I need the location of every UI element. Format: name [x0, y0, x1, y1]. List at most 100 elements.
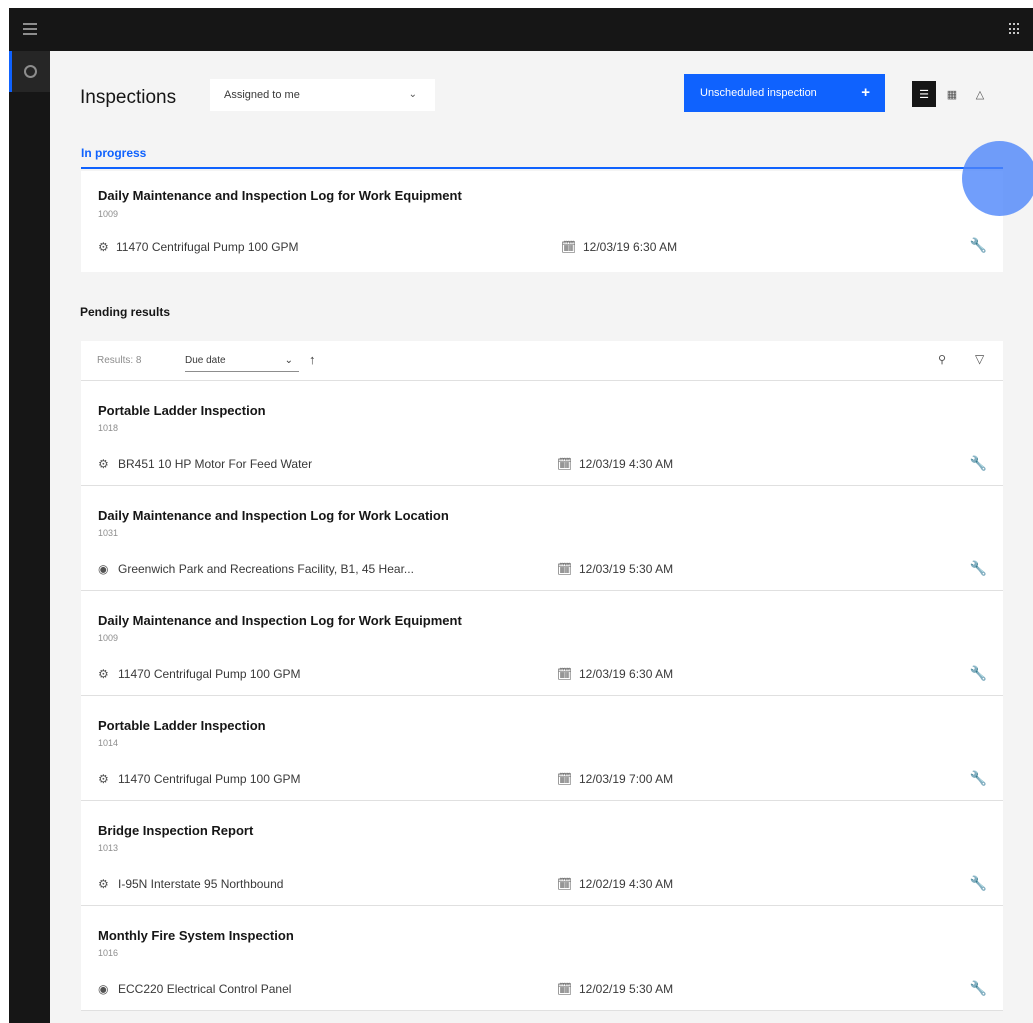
location-icon: ◉ — [98, 982, 109, 996]
inspection-due-date: 🗓 12/03/19 6:30 AM — [557, 667, 673, 681]
list-item[interactable]: Daily Maintenance and Inspection Log for… — [81, 486, 1003, 591]
inspection-title: Monthly Fire System Inspection — [98, 928, 294, 943]
calendar-icon: 🗓 — [557, 877, 573, 891]
calendar-icon: 🗓 — [557, 772, 573, 786]
pending-results-heading: Pending results — [80, 305, 171, 319]
wrench-icon[interactable]: 🔧 — [970, 770, 987, 787]
asset-icon: ⚙ — [98, 240, 109, 254]
calendar-icon: 🗓 — [557, 457, 573, 471]
due-date-label: 12/03/19 6:30 AM — [583, 240, 678, 254]
wrench-icon[interactable]: 🔧 — [970, 665, 987, 682]
filter-icon[interactable]: ▽ — [975, 352, 984, 366]
page-title: Inspections — [80, 87, 177, 108]
tab-active-indicator — [81, 167, 1003, 169]
assignment-filter-value: Assigned to me — [224, 89, 300, 101]
due-date-label: 12/03/19 4:30 AM — [579, 457, 674, 471]
calendar-icon: 🗓 — [557, 982, 573, 996]
due-date-label: 12/03/19 5:30 AM — [579, 562, 674, 576]
inspection-id: 1009 — [98, 633, 119, 643]
asset-icon: ⚙ — [98, 457, 109, 471]
asset-label: I-95N Interstate 95 Northbound — [118, 877, 284, 891]
due-date-label: 12/03/19 7:00 AM — [579, 772, 674, 786]
asset-label: 11470 Centrifugal Pump 100 GPM — [118, 667, 301, 681]
inspections-nav-icon — [24, 65, 37, 78]
top-bar — [9, 8, 1033, 51]
inspection-asset: ⚙ BR451 10 HP Motor For Feed Water — [98, 457, 312, 471]
inspection-asset: ◉ ECC220 Electrical Control Panel — [98, 982, 291, 996]
unscheduled-inspection-button[interactable]: Unscheduled inspection + — [684, 74, 885, 112]
inspection-id: 1009 — [98, 209, 119, 219]
grid-view-icon[interactable]: ▦ — [940, 81, 964, 107]
asset-label: Greenwich Park and Recreations Facility,… — [118, 562, 414, 576]
view-switcher: ☰ ▦ △ — [912, 81, 996, 107]
inspection-due-date: 🗓 12/03/19 6:30 AM — [561, 240, 677, 254]
list-view-icon[interactable]: ☰ — [912, 81, 936, 107]
location-icon: ◉ — [98, 562, 109, 576]
inspection-due-date: 🗓 12/02/19 5:30 AM — [557, 982, 673, 996]
list-item[interactable]: Daily Maintenance and Inspection Log for… — [81, 591, 1003, 696]
side-nav — [9, 51, 50, 1023]
calendar-icon: 🗓 — [561, 240, 577, 254]
app-switcher-icon[interactable] — [1009, 23, 1021, 35]
inspection-due-date: 🗓 12/03/19 4:30 AM — [557, 457, 673, 471]
pending-results-list: Portable Ladder Inspection 1018 ⚙ BR451 1… — [81, 381, 1003, 1011]
calendar-icon: 🗓 — [557, 562, 573, 576]
map-view-icon[interactable]: △ — [968, 81, 992, 107]
inspection-title: Daily Maintenance and Inspection Log for… — [98, 188, 462, 203]
calendar-icon: 🗓 — [557, 667, 573, 681]
wrench-icon[interactable]: 🔧 — [970, 455, 987, 472]
sort-dropdown[interactable]: Due date ⌄ — [185, 350, 299, 372]
inspection-id: 1013 — [98, 843, 119, 853]
inspection-id: 1031 — [98, 528, 119, 538]
touch-indicator — [962, 141, 1033, 216]
inspection-asset: ⚙ I-95N Interstate 95 Northbound — [98, 877, 283, 891]
inspection-title: Portable Ladder Inspection — [98, 403, 266, 418]
sort-value: Due date — [185, 355, 226, 366]
list-item[interactable]: Monthly Fire System Inspection 1016 ◉ ECC… — [81, 906, 1003, 1011]
list-item[interactable]: Portable Ladder Inspection 1018 ⚙ BR451 1… — [81, 381, 1003, 486]
asset-label: ECC220 Electrical Control Panel — [118, 982, 292, 996]
due-date-label: 12/02/19 5:30 AM — [579, 982, 674, 996]
inspection-asset: ◉ Greenwich Park and Recreations Facility… — [98, 562, 414, 576]
chevron-down-icon: ⌄ — [284, 355, 293, 366]
inspection-id: 1016 — [98, 948, 119, 958]
results-toolbar: Results: 8 Due date ⌄ ↑ ⚲ ▽ — [81, 341, 1003, 381]
asset-label: 11470 Centrifugal Pump 100 GPM — [118, 772, 301, 786]
plus-icon: + — [861, 84, 870, 101]
inspection-asset: ⚙ 11470 Centrifugal Pump 100 GPM — [98, 772, 301, 786]
asset-icon: ⚙ — [98, 877, 109, 891]
inspection-due-date: 🗓 12/03/19 5:30 AM — [557, 562, 673, 576]
wrench-icon[interactable]: 🔧 — [970, 237, 987, 254]
inspection-title: Daily Maintenance and Inspection Log for… — [98, 613, 462, 628]
sort-direction-icon[interactable]: ↑ — [309, 352, 316, 367]
inspection-due-date: 🗓 12/02/19 4:30 AM — [557, 877, 673, 891]
asset-label: 11470 Centrifugal Pump 100 GPM — [116, 240, 299, 254]
asset-icon: ⚙ — [98, 772, 109, 786]
due-date-label: 12/02/19 4:30 AM — [579, 877, 674, 891]
inspection-id: 1014 — [98, 738, 119, 748]
inspection-title: Bridge Inspection Report — [98, 823, 254, 838]
inspection-title: Daily Maintenance and Inspection Log for… — [98, 508, 449, 523]
wrench-icon[interactable]: 🔧 — [970, 560, 987, 577]
in-progress-card[interactable]: Daily Maintenance and Inspection Log for… — [81, 171, 1003, 272]
inspection-due-date: 🗓 12/03/19 7:00 AM — [557, 772, 673, 786]
chevron-down-icon: ⌄ — [408, 89, 417, 100]
hamburger-menu-icon[interactable] — [23, 23, 37, 35]
wrench-icon[interactable]: 🔧 — [970, 980, 987, 997]
inspection-title: Portable Ladder Inspection — [98, 718, 266, 733]
asset-icon: ⚙ — [98, 667, 109, 681]
asset-label: BR451 10 HP Motor For Feed Water — [118, 457, 313, 471]
list-item[interactable]: Bridge Inspection Report 1013 ⚙ I-95N Int… — [81, 801, 1003, 906]
list-item[interactable]: Portable Ladder Inspection 1014 ⚙ 11470 C… — [81, 696, 1003, 801]
due-date-label: 12/03/19 6:30 AM — [579, 667, 674, 681]
inspection-asset: ⚙ 11470 Centrifugal Pump 100 GPM — [98, 240, 299, 254]
wrench-icon[interactable]: 🔧 — [970, 875, 987, 892]
assignment-filter-dropdown[interactable]: Assigned to me ⌄ — [210, 79, 435, 111]
search-icon[interactable]: ⚲ — [938, 353, 946, 366]
inspection-id: 1018 — [98, 423, 119, 433]
tab-in-progress[interactable]: In progress — [81, 146, 146, 160]
inspection-asset: ⚙ 11470 Centrifugal Pump 100 GPM — [98, 667, 301, 681]
side-nav-item-inspections[interactable] — [9, 51, 50, 92]
unscheduled-inspection-label: Unscheduled inspection — [700, 87, 817, 99]
results-count: Results: 8 — [97, 355, 142, 366]
